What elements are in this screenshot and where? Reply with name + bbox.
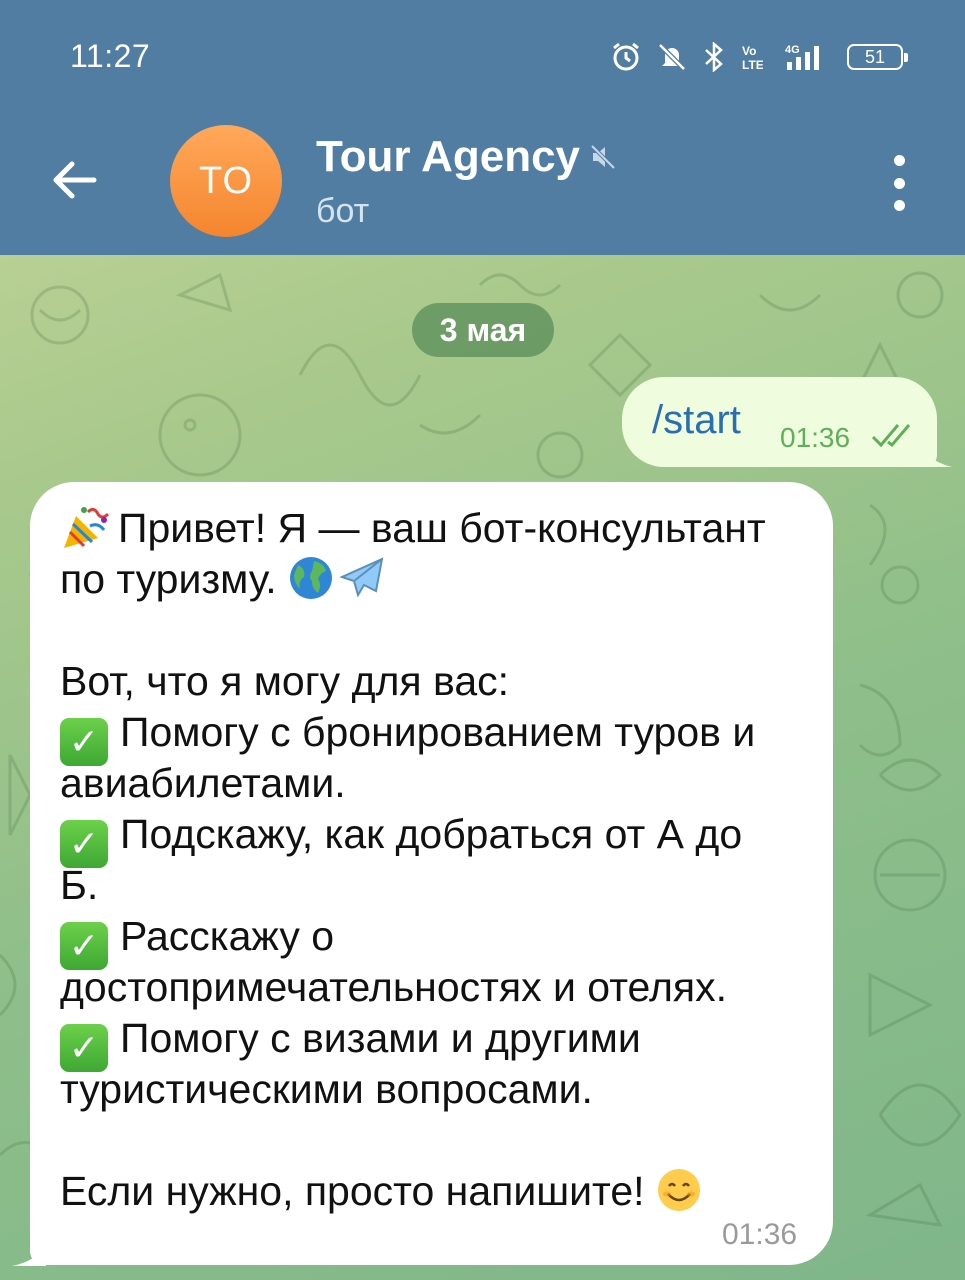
svg-text:Vo: Vo <box>742 44 756 58</box>
airplane-icon <box>339 557 384 598</box>
app-bar: 11:27 Vo LTE 4G 51 TO Tour Agency бот <box>0 0 965 255</box>
chat-title-text: Tour Agency <box>316 132 581 181</box>
chat-avatar[interactable]: TO <box>170 125 282 237</box>
incoming-message-text: Привет! Я — ваш бот-консультант по туриз… <box>60 503 820 1217</box>
message-line: ✓ Подскажу, как добраться от А до <box>60 809 820 868</box>
battery-icon: 51 <box>847 44 908 70</box>
outgoing-bubble-tail <box>920 440 952 467</box>
message-line: Вот, что я могу для вас: <box>60 658 510 704</box>
outgoing-message-time: 01:36 <box>780 422 851 453</box>
chat-subtitle: бот <box>316 192 370 230</box>
message-line: ✓ Расскажу о <box>60 911 820 970</box>
signal-4g-icon: 4G <box>779 40 831 74</box>
message-line: ✓ Помогу с бронированием туров и <box>60 707 820 766</box>
message-line: по туризму. <box>60 554 820 605</box>
svg-text:LTE: LTE <box>742 58 763 72</box>
bell-muted-icon <box>657 40 687 74</box>
outgoing-message-text: /start <box>652 398 741 442</box>
volte-icon: Vo LTE <box>741 40 763 74</box>
message-line: ✓ Помогу с визами и другими <box>60 1013 820 1072</box>
alarm-icon <box>611 40 641 74</box>
smiling-face-icon <box>657 1169 700 1211</box>
message-line: туристическими вопросами. <box>60 1066 593 1112</box>
svg-text:4G: 4G <box>785 44 800 56</box>
more-vertical-icon <box>893 155 905 166</box>
back-button[interactable] <box>44 150 104 210</box>
message-line: авиабилетами. <box>60 760 346 806</box>
message-line: достопримечательностях и отелях. <box>60 964 727 1010</box>
bluetooth-icon <box>703 40 725 74</box>
chat-title[interactable]: Tour Agency <box>316 132 616 182</box>
muted-speaker-icon <box>590 144 616 170</box>
message-line: Если нужно, просто напишите! <box>60 1166 820 1217</box>
globe-icon <box>290 557 333 599</box>
message-line: Привет! Я — ваш бот-консультант <box>60 503 820 554</box>
status-icons: Vo LTE 4G 51 <box>611 40 908 74</box>
more-options-button[interactable] <box>879 155 919 211</box>
date-separator: 3 мая <box>412 303 554 357</box>
message-line: Б. <box>60 862 99 908</box>
chat-screen: 11:27 Vo LTE 4G 51 TO Tour Agency бот 3 … <box>0 0 965 1280</box>
avatar-initials: TO <box>198 159 254 202</box>
arrow-left-icon <box>53 161 97 199</box>
incoming-bubble-tail <box>12 1238 46 1266</box>
double-check-icon <box>871 424 911 448</box>
status-time: 11:27 <box>70 38 151 74</box>
incoming-message-time: 01:36 <box>722 1218 798 1251</box>
party-popper-icon <box>64 507 110 548</box>
